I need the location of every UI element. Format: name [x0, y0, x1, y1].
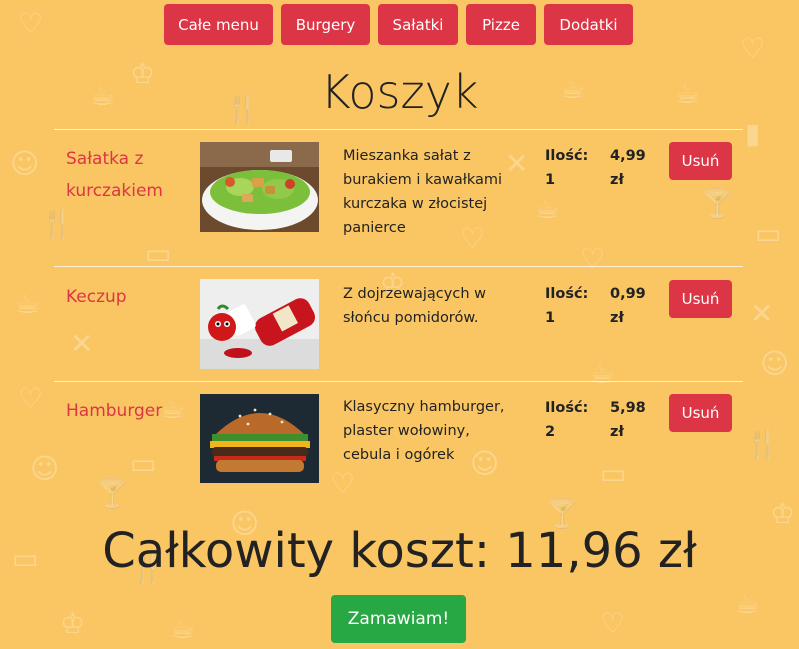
item-name[interactable]: Hamburger: [66, 395, 186, 427]
nav-salads-button[interactable]: Sałatki: [378, 4, 458, 45]
quantity-label: Ilość:: [545, 148, 589, 164]
order-button[interactable]: Zamawiam!: [331, 595, 466, 643]
nav-all-menu-button[interactable]: Całe menu: [164, 4, 273, 45]
price-value: 4,99: [610, 148, 646, 164]
hamburger-photo: [200, 394, 319, 483]
salad-photo: [200, 142, 319, 232]
item-price: 5,98 zł: [610, 396, 650, 444]
price-currency: zł: [610, 424, 624, 440]
price-currency: zł: [610, 310, 624, 326]
category-nav: Całe menu Burgery Sałatki Pizze Dodatki: [0, 4, 799, 46]
quantity-value: 2: [545, 424, 556, 440]
item-quantity: Ilość: 1: [545, 144, 595, 192]
item-price: 0,99 zł: [610, 282, 650, 330]
item-description: Z dojrzewających w słońcu pomidorów.: [343, 286, 486, 326]
ketchup-photo-illustration: [200, 279, 319, 369]
hamburger-photo-illustration: [200, 394, 319, 483]
item-price: 4,99 zł: [610, 144, 650, 192]
salad-photo-illustration: [200, 142, 319, 232]
remove-item-button[interactable]: Usuń: [669, 394, 732, 432]
item-name[interactable]: Keczup: [66, 281, 186, 313]
quantity-value: 1: [545, 172, 556, 188]
quantity-label: Ilość:: [545, 286, 589, 302]
remove-item-button[interactable]: Usuń: [669, 142, 732, 180]
quantity-value: 1: [545, 310, 556, 326]
nav-burgers-button[interactable]: Burgery: [281, 4, 370, 45]
row-divider: [54, 129, 743, 130]
ketchup-photo: [200, 279, 319, 369]
item-quantity: Ilość: 2: [545, 396, 595, 444]
remove-item-button[interactable]: Usuń: [669, 280, 732, 318]
price-currency: zł: [610, 172, 624, 188]
page-title: Koszyk: [320, 65, 479, 119]
item-name[interactable]: Sałatka z kurczakiem: [66, 143, 186, 207]
total-cost: Całkowity koszt: 11,96 zł: [102, 523, 697, 579]
nav-pizzas-button[interactable]: Pizze: [466, 4, 536, 45]
quantity-label: Ilość:: [545, 400, 589, 416]
price-value: 0,99: [610, 286, 646, 302]
item-description: Mieszanka sałat z burakiem i kawałkami k…: [343, 148, 503, 236]
row-divider: [54, 381, 743, 382]
price-value: 5,98: [610, 400, 646, 416]
item-quantity: Ilość: 1: [545, 282, 595, 330]
row-divider: [54, 266, 743, 267]
item-description: Klasyczny hamburger, plaster wołowiny, c…: [343, 399, 505, 463]
nav-extras-button[interactable]: Dodatki: [544, 4, 633, 45]
